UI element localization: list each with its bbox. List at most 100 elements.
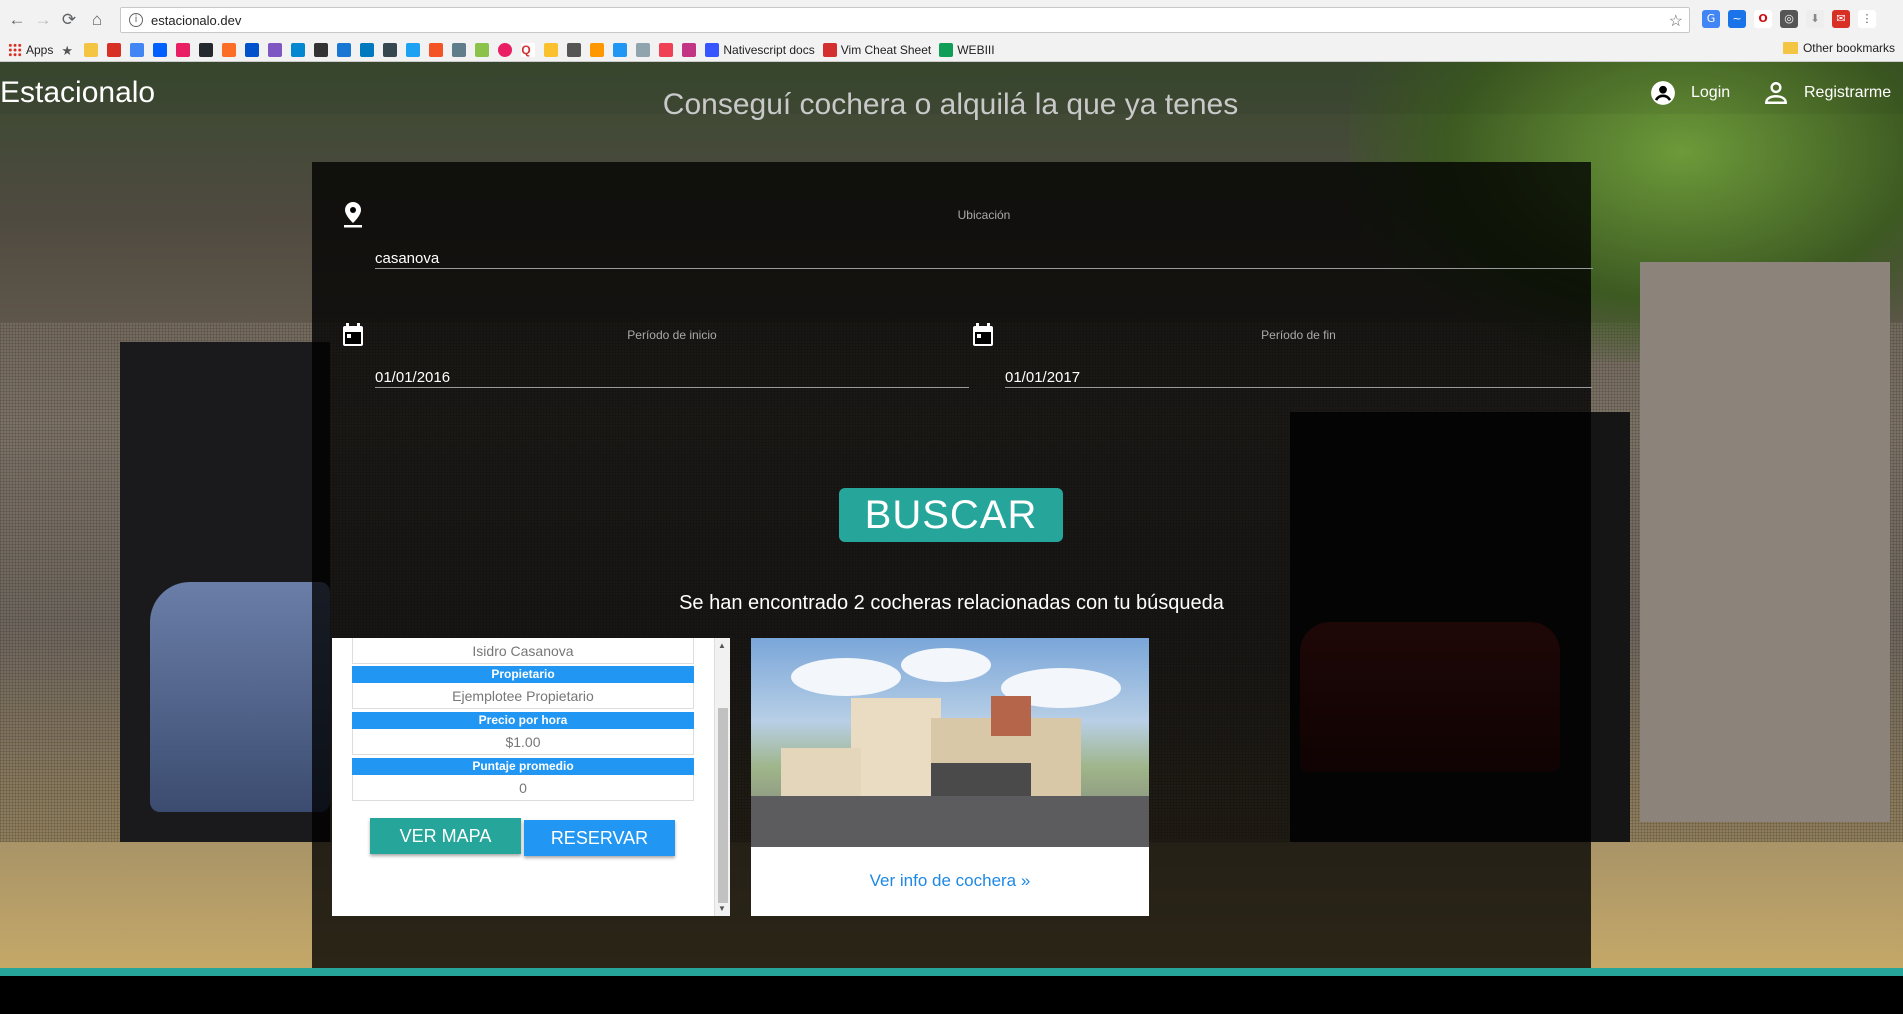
bookmark-icon[interactable] (613, 43, 628, 57)
end-date-label: Período de fin (1261, 328, 1336, 342)
view-map-button[interactable]: VER MAPA (370, 818, 521, 854)
calendar-icon (343, 323, 363, 346)
sheets-icon (939, 43, 954, 57)
login-link[interactable]: Login (1650, 80, 1730, 106)
page: Estacionalo Conseguí cochera o alquilá l… (0, 62, 1903, 968)
microsoft-icon[interactable] (429, 43, 444, 57)
view-garage-info-link[interactable]: Ver info de cochera » (751, 871, 1149, 891)
owner-value: Ejemplotee Propietario (352, 683, 694, 709)
gitlab-icon[interactable] (222, 43, 237, 57)
trello-icon[interactable] (360, 43, 375, 57)
gmail-extension-icon[interactable]: ✉ (1832, 10, 1850, 28)
input-underline (375, 268, 1593, 269)
browser-chrome: ← → ⟳ ⌂ i estacionalo.dev ☆ G ~ O ◎ ⬇ ✉ … (0, 0, 1903, 62)
twitter-icon[interactable] (406, 43, 421, 57)
end-date-input[interactable]: 01/01/2017 (1005, 369, 1080, 386)
start-date-field[interactable]: Período de inicio 01/01/2016 (375, 328, 969, 388)
bookmark-webiii[interactable]: WEBIII (939, 43, 995, 57)
start-date-input[interactable]: 01/01/2016 (375, 369, 450, 386)
footer-accent-bar (0, 968, 1903, 976)
scroll-up-icon[interactable]: ▲ (718, 641, 726, 650)
bookmark-icon[interactable] (567, 43, 582, 57)
bookmark-vim[interactable]: Vim Cheat Sheet (822, 43, 932, 57)
reload-icon[interactable]: ⟳ (58, 9, 80, 31)
footer (0, 976, 1903, 1014)
folder-icon (1782, 42, 1798, 54)
bookmark-label: Nativescript docs (723, 43, 815, 57)
extension-icon[interactable]: ~ (1728, 10, 1746, 28)
nativescript-icon (705, 43, 720, 57)
info-icon[interactable]: i (129, 13, 143, 27)
person-icon (1765, 82, 1787, 104)
bookmark-icon[interactable] (337, 43, 352, 57)
database-icon[interactable] (544, 43, 559, 57)
address-box: Isidro Casanova (352, 638, 694, 664)
price-value: $1.00 (352, 729, 694, 755)
bookmark-icon[interactable] (383, 43, 398, 57)
pocket-icon[interactable] (659, 43, 674, 57)
location-field[interactable]: Ubicación casanova (375, 208, 1593, 269)
rating-label: Puntaje promedio (352, 758, 694, 775)
register-label: Registrarme (1804, 84, 1892, 101)
extension-icon[interactable]: ⬇ (1806, 10, 1824, 28)
card-scrollbar[interactable]: ▲ ▼ (714, 638, 730, 916)
bookmark-icon[interactable] (176, 43, 191, 57)
start-date-label: Período de inicio (627, 328, 717, 342)
bookmark-icon[interactable] (291, 43, 306, 57)
address-value: Isidro Casanova (352, 638, 694, 664)
dropbox-icon[interactable] (153, 43, 168, 57)
bookmark-icon[interactable] (452, 43, 467, 57)
bookmark-icon[interactable] (475, 43, 490, 57)
bookmark-label: WEBIII (957, 43, 995, 57)
bookmark-icon[interactable] (268, 43, 283, 57)
bookmark-nativescript[interactable]: Nativescript docs (705, 43, 815, 57)
extension-icon[interactable]: ◎ (1780, 10, 1798, 28)
input-underline (1005, 387, 1592, 388)
reserve-button[interactable]: RESERVAR (524, 820, 675, 856)
owner-label: Propietario (352, 666, 694, 683)
scroll-down-icon[interactable]: ▼ (718, 904, 726, 913)
bookmark-icon[interactable] (84, 43, 99, 57)
location-pin-icon (344, 202, 362, 228)
instagram-icon[interactable] (682, 43, 697, 57)
github-icon[interactable] (199, 43, 214, 57)
location-input[interactable]: casanova (375, 250, 439, 267)
end-date-field[interactable]: Período de fin 01/01/2017 (1005, 328, 1592, 388)
search-button[interactable]: BUSCAR (839, 488, 1063, 542)
menu-icon[interactable]: ⋮ (1858, 10, 1876, 28)
register-link[interactable]: Registrarme (1763, 80, 1891, 106)
bookmark-label: Other bookmarks (1802, 41, 1895, 55)
calendar-icon[interactable] (130, 43, 145, 57)
other-bookmarks[interactable]: Other bookmarks (1782, 41, 1895, 55)
bookmark-icon[interactable] (498, 43, 513, 57)
bookmark-icon[interactable] (245, 43, 260, 57)
back-icon[interactable]: ← (6, 9, 28, 31)
star-icon[interactable]: ★ (61, 43, 75, 58)
forward-icon[interactable]: → (32, 9, 54, 31)
tagline: Conseguí cochera o alquilá la que ya ten… (662, 88, 1239, 121)
opera-extension-icon[interactable]: O (1754, 10, 1772, 28)
location-label: Ubicación (957, 208, 1011, 222)
scroll-thumb[interactable] (718, 708, 728, 903)
extensions-bar: G ~ O ◎ ⬇ ✉ ⋮ (1702, 10, 1876, 28)
quora-icon[interactable]: Q (521, 43, 536, 57)
result-card: Isidro Casanova Propietario Ejemplotee P… (332, 638, 730, 916)
bookmark-label: Apps (26, 43, 54, 57)
home-icon[interactable]: ⌂ (86, 9, 108, 31)
url-text[interactable]: estacionalo.dev (151, 13, 241, 28)
login-label: Login (1691, 84, 1731, 101)
bookmark-icon[interactable] (590, 43, 605, 57)
bookmarks-bar: Apps ★ Q Nativescript docs Vim Cheat She… (0, 38, 1903, 62)
bookmark-icon[interactable] (314, 43, 329, 57)
bookmark-label: Vim Cheat Sheet (840, 43, 932, 57)
navbar: Estacionalo Conseguí cochera o alquilá l… (0, 62, 1903, 121)
translate-extension-icon[interactable]: G (1702, 10, 1720, 28)
bookmark-star-icon[interactable]: ☆ (1669, 11, 1683, 31)
garage-photo (751, 638, 1149, 847)
rating-value: 0 (352, 775, 694, 801)
bookmark-apps[interactable]: Apps (8, 43, 53, 57)
bookmark-icon[interactable] (636, 43, 651, 57)
address-bar[interactable]: i estacionalo.dev ☆ (120, 7, 1690, 33)
price-label: Precio por hora (352, 712, 694, 729)
gmail-icon[interactable] (107, 43, 122, 57)
